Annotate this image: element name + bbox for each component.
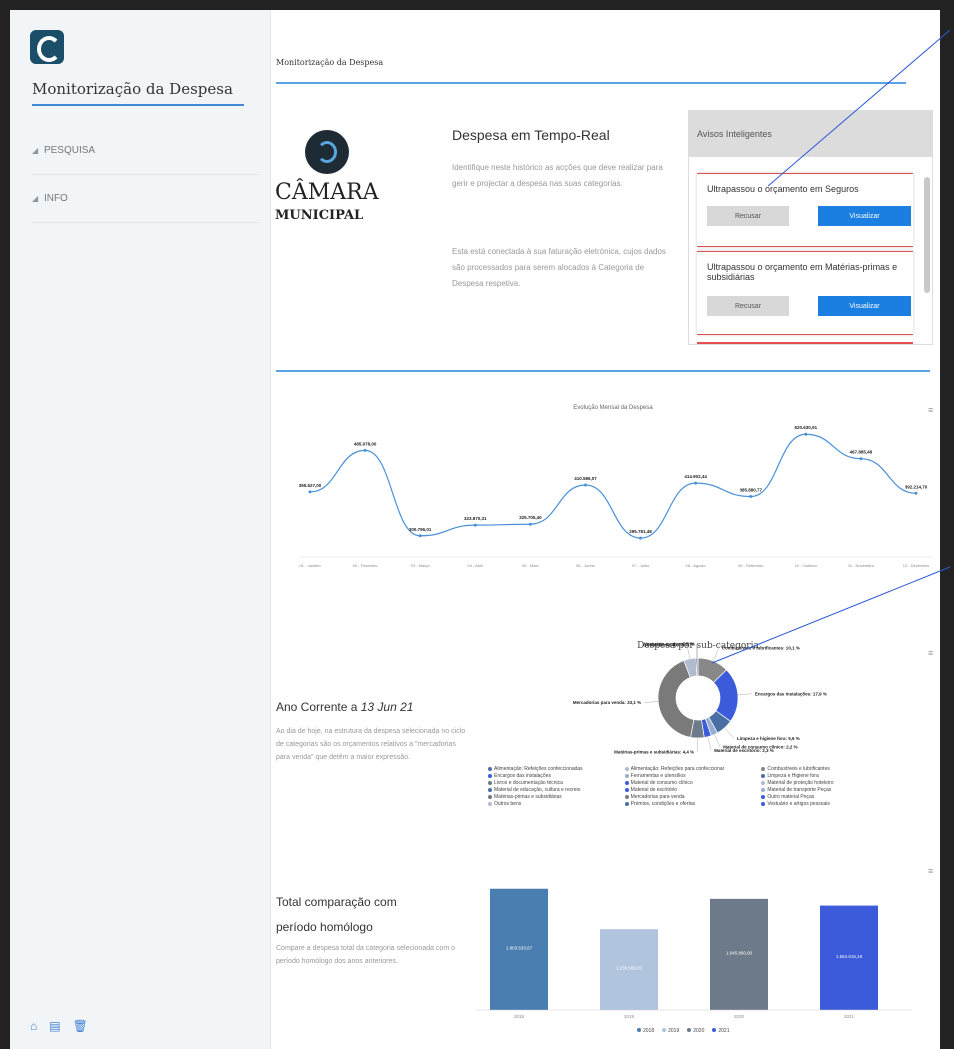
annotation-arrow — [767, 29, 951, 187]
annotation-overlay — [711, 29, 951, 664]
annotation-arrow — [711, 566, 951, 664]
